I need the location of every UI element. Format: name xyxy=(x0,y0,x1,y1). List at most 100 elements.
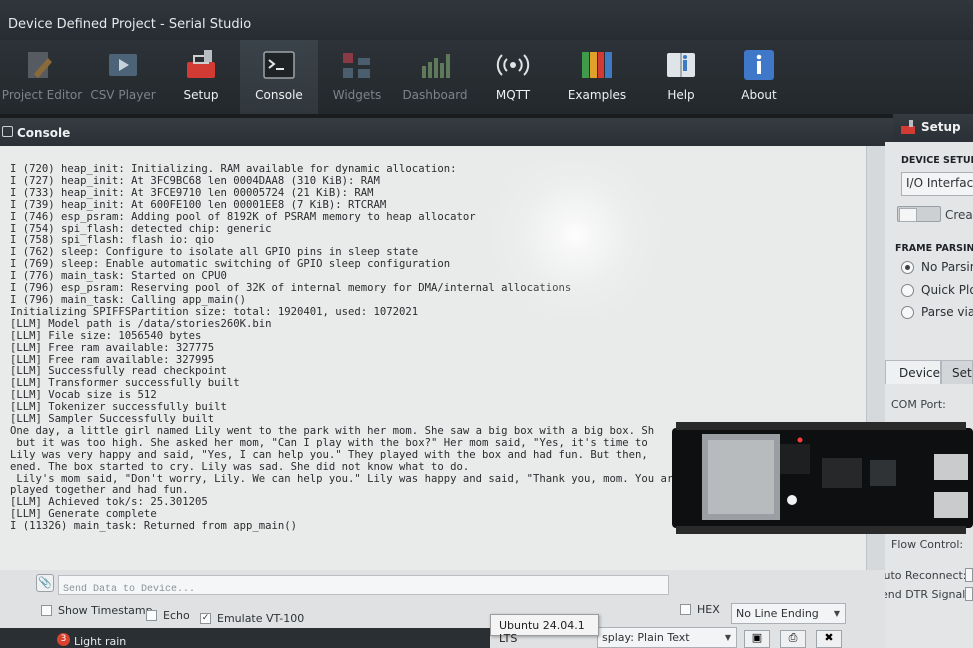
about-button[interactable]: About xyxy=(720,40,798,114)
csv-player-label: CSV Player xyxy=(90,88,156,102)
print-button[interactable]: ⎙ xyxy=(780,630,806,648)
console-line: [LLM] Model path is /data/stories260K.bi… xyxy=(10,317,272,330)
create-project-toggle[interactable] xyxy=(897,206,941,222)
main-toolbar: Project Editor CSV Player Setup Console xyxy=(0,40,973,114)
help-label: Help xyxy=(667,88,695,102)
books-icon xyxy=(582,52,612,78)
console-header: Console xyxy=(0,118,893,146)
tab-settings[interactable]: Set xyxy=(941,360,973,384)
os-version-tooltip: Ubuntu 24.04.1 LTS xyxy=(490,614,599,645)
console-button[interactable]: Console xyxy=(240,40,318,114)
console-title: Console xyxy=(17,126,71,140)
mqtt-button[interactable]: MQTT xyxy=(474,40,552,114)
io-interface-value: I/O Interface xyxy=(906,176,973,190)
attach-file-icon[interactable]: 📎 xyxy=(36,574,54,592)
radio-parse-json-label: Parse via J xyxy=(921,305,973,319)
print-icon: ⎙ xyxy=(788,631,798,644)
show-timestamp-box[interactable] xyxy=(41,605,52,616)
project-editor-button[interactable]: Project Editor xyxy=(0,40,84,114)
show-timestamp-label: Show Timestamp xyxy=(58,604,153,617)
console-line: I (733) heap_init: At 3FCE9710 len 00005… xyxy=(10,186,374,199)
radio-parse-json-dot[interactable] xyxy=(901,306,914,319)
play-icon xyxy=(109,54,137,76)
dashboard-label: Dashboard xyxy=(402,88,468,102)
line-ending-value: No Line Ending xyxy=(736,607,819,620)
send-data-field[interactable] xyxy=(58,575,669,599)
toolbox-icon xyxy=(187,50,215,78)
info-icon xyxy=(744,50,774,80)
terminal-icon xyxy=(263,51,295,79)
setup-tabs: Device Set xyxy=(885,360,973,384)
echo-box[interactable] xyxy=(146,610,157,621)
console-line: but it was too high. She asked her mom, … xyxy=(10,436,648,449)
setup-panel: DEVICE SETUP: I/O Interface Creat FRAME … xyxy=(885,142,973,648)
console-lines: I (720) heap_init: Initializing. RAM ava… xyxy=(10,163,782,533)
setup-button[interactable]: Setup xyxy=(162,40,240,114)
hex-label: HEX xyxy=(697,603,720,616)
display-mode-value: splay: Plain Text xyxy=(602,631,690,644)
emulate-vt100-box[interactable]: ✓ xyxy=(200,613,211,624)
emulate-vt100-label: Emulate VT-100 xyxy=(217,612,305,625)
mqtt-label: MQTT xyxy=(495,88,531,102)
pencil-icon xyxy=(28,52,52,78)
weather-alert-badge[interactable]: 3 xyxy=(57,633,70,646)
window-title: Device Defined Project - Serial Studio xyxy=(8,17,252,32)
save-log-button[interactable]: ▣ xyxy=(744,630,770,648)
console-line: [LLM] File size: 1056540 bytes xyxy=(10,329,202,342)
radio-quick-plot-label: Quick Plo xyxy=(921,283,973,297)
echo-label: Echo xyxy=(163,609,190,622)
setup-title: Setup xyxy=(921,120,961,134)
clear-console-button[interactable]: ✖ xyxy=(816,630,842,648)
display-mode-select[interactable]: splay: Plain Text ▼ xyxy=(597,627,737,648)
console-line: I (739) heap_init: At 600FE100 len 00001… xyxy=(10,198,387,211)
io-interface-select[interactable]: I/O Interface xyxy=(901,172,973,196)
csv-player-button[interactable]: CSV Player xyxy=(84,40,162,114)
radio-no-parsing-label: No Parsin xyxy=(921,260,973,274)
console-line: Initializing SPIFFSPartition size: total… xyxy=(10,305,419,318)
widgets-icon xyxy=(343,53,370,78)
hex-checkbox[interactable]: HEX xyxy=(680,602,724,618)
broadcast-icon xyxy=(496,54,530,76)
send-dtr-label: Send DTR Signal: xyxy=(885,588,970,601)
window-titlebar: Device Defined Project - Serial Studio xyxy=(0,0,973,44)
examples-label: Examples xyxy=(567,88,627,102)
console-line: Lily was very happy and said, "Yes, I ca… xyxy=(10,448,648,461)
console-line: I (11326) main_task: Returned from app_m… xyxy=(10,520,298,533)
radio-no-parsing-dot[interactable] xyxy=(901,261,914,274)
bar-chart-icon xyxy=(422,54,450,78)
frame-parsing-heading: FRAME PARSING: xyxy=(895,243,973,254)
setup-header: Setup xyxy=(893,114,973,142)
tab-device[interactable]: Device xyxy=(885,360,942,384)
com-port-label: COM Port: xyxy=(891,398,946,411)
examples-button[interactable]: Examples xyxy=(552,40,642,114)
toolbox-icon xyxy=(901,120,915,134)
line-ending-select[interactable]: No Line Ending ▼ xyxy=(731,603,846,624)
create-label: Creat xyxy=(945,208,973,222)
emulate-vt100-checkbox[interactable]: ✓ Emulate VT-100 xyxy=(200,611,304,627)
echo-checkbox[interactable]: Echo xyxy=(146,608,196,624)
help-button[interactable]: Help xyxy=(642,40,720,114)
widgets-button[interactable]: Widgets xyxy=(318,40,396,114)
show-timestamp-checkbox[interactable]: Show Timestamp xyxy=(41,603,153,619)
about-label: About xyxy=(741,88,777,102)
widgets-label: Widgets xyxy=(332,88,382,102)
weather-text[interactable]: Light rain xyxy=(74,635,126,648)
console-line: I (746) esp_psram: Adding pool of 8192K … xyxy=(10,210,476,223)
dashboard-button[interactable]: Dashboard xyxy=(396,40,474,114)
hex-checkbox-box[interactable] xyxy=(680,604,691,615)
radio-quick-plot-dot[interactable] xyxy=(901,284,914,297)
auto-reconnect-label: Auto Reconnect: xyxy=(885,569,967,582)
device-setup-heading: DEVICE SETUP: xyxy=(901,155,973,166)
setup-label: Setup xyxy=(183,88,219,102)
save-icon: ▣ xyxy=(751,631,763,644)
send-dtr-checkbox[interactable] xyxy=(965,587,973,601)
send-data-input[interactable] xyxy=(59,580,668,599)
auto-reconnect-checkbox[interactable] xyxy=(965,568,973,582)
console-line: ened. The box started to cry. Lily was s… xyxy=(10,460,470,473)
console-window-icon xyxy=(2,126,13,137)
chevron-down-icon: ▼ xyxy=(833,609,840,618)
console-label: Console xyxy=(255,88,303,102)
project-editor-label: Project Editor xyxy=(1,88,83,102)
broom-icon: ✖ xyxy=(824,631,834,644)
chevron-down-icon: ▼ xyxy=(724,633,731,642)
